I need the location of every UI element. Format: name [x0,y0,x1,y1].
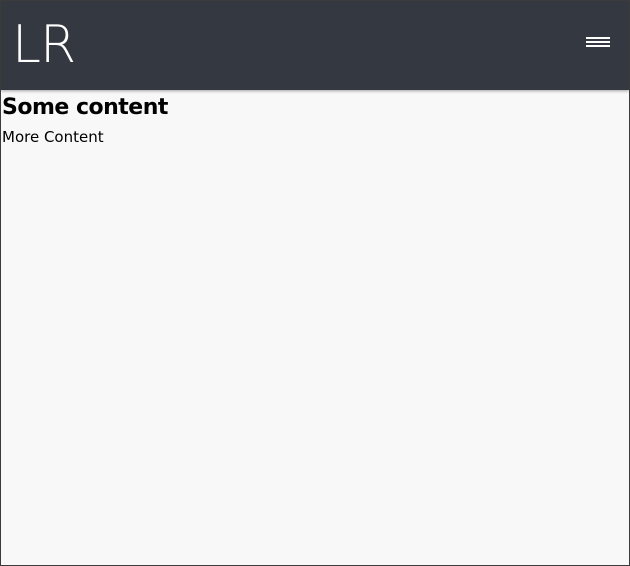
navbar: LR [1,1,629,90]
logo[interactable]: LR [12,13,76,77]
body-text: More Content [2,128,104,146]
main-content: Some content More Content [2,92,602,150]
browser-viewport: LR Some content More Content [0,0,630,566]
page-heading: Some content [2,95,168,120]
menu-icon-bar [586,45,610,47]
menu-icon-bar [586,37,610,39]
hamburger-menu-button[interactable] [581,31,615,53]
menu-icon-bar [586,41,610,43]
